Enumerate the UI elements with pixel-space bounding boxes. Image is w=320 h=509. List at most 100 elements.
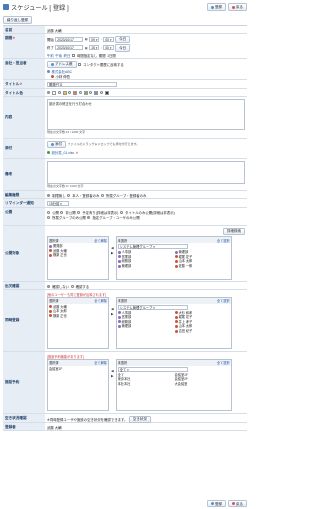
color-radio[interactable] [78, 91, 82, 94]
end-min-select[interactable]: 00 [103, 45, 114, 51]
free-time-text: ※同時登録ユーザや施設の空き状況を確認できます。 [47, 417, 128, 422]
group-icon [117, 325, 121, 329]
period-label: 期間※ [3, 34, 45, 58]
quick-allday[interactable]: 終日 [64, 53, 71, 58]
list-item[interactable]: 会議室1F [49, 367, 107, 372]
duration-value: 1日間 [107, 53, 116, 58]
start-min-select[interactable]: 00 [103, 36, 114, 42]
back-button-bottom[interactable]: 戻る [228, 499, 247, 508]
list-item-label: 大会議室 [174, 381, 188, 386]
list-item[interactable]: 横原 正也 [49, 253, 107, 258]
quick-pm[interactable]: 午後 [55, 53, 62, 58]
move-right-icon[interactable]: ▶ [111, 312, 114, 316]
move-left-icon[interactable]: ◀ [111, 307, 114, 311]
user-icon [49, 254, 52, 258]
clear-all-link[interactable]: 全て解除 [94, 298, 107, 303]
perm-radio-group[interactable] [100, 193, 104, 197]
public-radio[interactable] [77, 210, 81, 214]
person-name: 小林 伸吾 [55, 75, 71, 80]
attachment-label-text: 添付 [5, 146, 13, 150]
calendar-picker-icon[interactable]: ▦ [85, 46, 88, 50]
participants-candidate-list[interactable]: 未選択全て選択 システム管理グループ 人事部 営業部 総務部 管理部 [115, 296, 232, 349]
list-item[interactable]: 横原 正也 [49, 314, 107, 319]
content-textarea[interactable]: 設計書の修正を行う打合わせ [47, 98, 245, 130]
list-item[interactable]: 佐藤 一郎 [174, 264, 230, 269]
contact-history-checkbox[interactable] [78, 62, 81, 66]
end-today-button[interactable]: 今日 [115, 44, 131, 52]
color-radio[interactable] [68, 91, 72, 94]
transfer-arrows: ◀ ▶ [111, 236, 114, 255]
public-radio[interactable] [87, 215, 91, 219]
end-date-input[interactable]: 2023/10/17 [55, 45, 84, 51]
calendar-picker-icon[interactable]: ▦ [85, 37, 88, 41]
back-button[interactable]: 戻る [228, 3, 247, 11]
perm-radio-self[interactable] [67, 193, 71, 197]
move-right-icon[interactable]: ▶ [111, 251, 114, 255]
free-time-label: 空き状況確認 [3, 414, 45, 422]
group-select[interactable]: システム管理グループ [117, 304, 188, 310]
color-radio[interactable] [89, 91, 93, 94]
repeat-register-button[interactable]: 繰り返し登録 [3, 16, 32, 24]
title-input[interactable]: 開発PTG [47, 81, 117, 87]
public-radio[interactable] [47, 210, 50, 214]
select-all-link[interactable]: 全て選択 [217, 360, 230, 365]
register-button-bottom[interactable]: 登録 [207, 499, 226, 508]
content-label: 内容 [3, 97, 45, 138]
free-time-button[interactable]: 空き状況 [128, 415, 151, 424]
clear-all-link[interactable]: 全て解除 [94, 238, 107, 243]
public-radio[interactable] [60, 210, 64, 214]
start-today-button[interactable]: 今日 [115, 35, 131, 44]
calendar-icon [3, 4, 9, 10]
remarks-textarea[interactable] [47, 160, 245, 184]
color-radio[interactable] [57, 91, 61, 94]
reminder-select[interactable]: 15分前 [47, 200, 69, 206]
perm-radio-unlimited[interactable] [47, 193, 50, 197]
list-item[interactable]: 管理部 [117, 264, 173, 269]
attendance-radio-yes[interactable] [70, 284, 74, 288]
title-color-swatches [45, 89, 247, 96]
attached-file[interactable]: 設計書_01.xlsx [52, 150, 75, 155]
footer-buttons: 登録 戻る [0, 499, 250, 508]
quick-am[interactable]: 午前 [47, 53, 54, 58]
address-book-button[interactable]: アドレス帳 [47, 60, 77, 69]
list-item[interactable]: 吉田 紀子 [174, 329, 230, 334]
move-left-icon[interactable]: ◀ [111, 369, 114, 373]
public-candidate-list[interactable]: 未選択全て選択 システム管理グループ 人事部 営業部 総務部 管理部 [115, 236, 232, 281]
attendance-radio-no[interactable] [47, 284, 50, 288]
public-radio[interactable] [47, 215, 50, 219]
detail-search-button[interactable]: 詳細検索 [223, 227, 245, 236]
list-item[interactable]: 本社本社 [118, 382, 173, 387]
start-date-input[interactable]: 2023/10/17 [55, 36, 84, 42]
remove-file-icon[interactable]: ✕ [76, 151, 79, 155]
facility-candidate-list[interactable]: 未選択全て選択 全て 全て 東京本社 本社本社 会議室1F [115, 358, 232, 411]
public-option: 所属グループのみ公開 [52, 215, 86, 220]
attach-button[interactable]: 添付 [47, 140, 66, 149]
facility-selected-list[interactable]: 選択済 全て解除 会議室1F [47, 358, 109, 411]
name-value: 武藤 大輔 [47, 28, 62, 33]
no-time-checkbox[interactable] [71, 53, 75, 57]
participants-selected-list[interactable]: 選択済 全て解除 武藤 大輔 山本 太郎 横原 正也 [47, 296, 109, 349]
move-right-icon[interactable]: ▶ [111, 374, 114, 378]
end-hour-select[interactable]: 15 [89, 45, 100, 51]
participants-label: 同時登録 [3, 290, 45, 351]
list-item-label: 会議室1F [49, 366, 63, 371]
title-color-label: タイトル色 [3, 89, 45, 96]
list-item[interactable]: 大会議室 [175, 382, 230, 387]
facility-group-select[interactable]: 全て [117, 366, 188, 372]
public-radio[interactable] [119, 210, 123, 214]
page-header: スケジュール [ 登録 ] 登録 戻る [0, 0, 250, 14]
move-left-icon[interactable]: ◀ [111, 246, 114, 250]
color-radio[interactable] [47, 91, 50, 94]
clear-all-link[interactable]: 全て解除 [94, 360, 107, 365]
public-selected-list[interactable]: 選択済 全て解除 開発部 武藤 大輔 横原 正也 [47, 236, 109, 281]
register-button[interactable]: 登録 [207, 3, 226, 11]
end-prefix: 終了 [47, 46, 54, 51]
select-all-link[interactable]: 全て選択 [217, 298, 230, 303]
select-all-link[interactable]: 全て選択 [217, 238, 230, 243]
group-icon [117, 260, 121, 264]
group-select[interactable]: システム管理グループ [117, 244, 188, 250]
start-hour-select[interactable]: 09 [89, 36, 100, 42]
list-item-label: 管理部 [121, 324, 132, 329]
list-item[interactable]: 管理部 [117, 324, 173, 329]
color-radio[interactable] [99, 91, 103, 94]
